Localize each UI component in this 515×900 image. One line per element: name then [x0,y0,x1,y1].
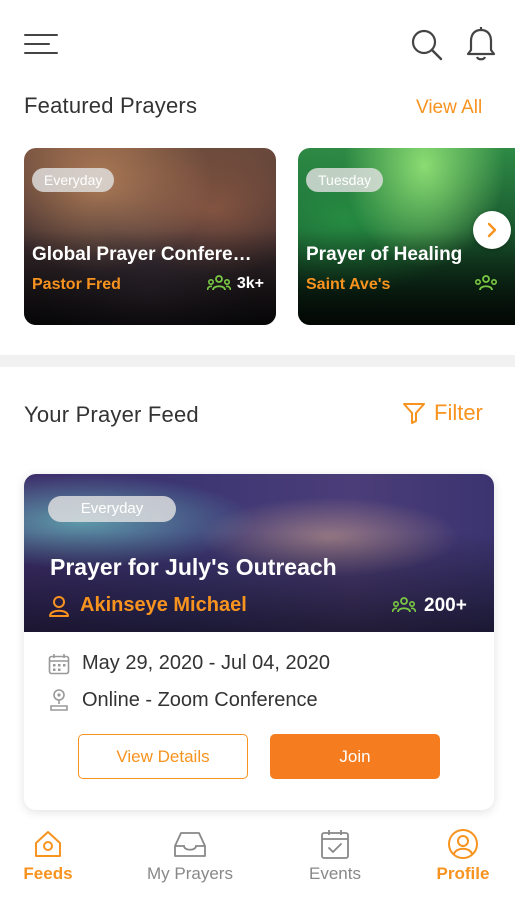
nav-label: My Prayers [147,864,233,883]
image-overlay [24,532,494,632]
user-icon [448,829,478,859]
nav-label: Profile [436,864,490,883]
schedule-tag: Everyday [48,496,176,522]
featured-card-host: Saint Ave's [306,276,391,293]
section-divider [0,355,515,367]
prayer-host: Akinseye Michael [48,594,247,617]
featured-card-title: Global Prayer Confere… [32,244,252,265]
nav-label: Feeds [23,864,73,883]
featured-card-host: Pastor Fred [32,276,121,293]
inbox-icon [174,832,206,857]
people-icon [392,597,416,613]
nav-item-events[interactable]: Events [300,828,370,884]
hamburger-menu-icon[interactable] [24,32,58,56]
participants-count: 3k+ [206,274,264,294]
prayer-location: Online - Zoom Conference [48,688,318,712]
bell-icon[interactable] [464,26,498,62]
view-all-link[interactable]: View All [416,97,482,119]
filter-button[interactable]: Filter [402,400,483,426]
prayer-title: Prayer for July's Outreach [50,554,337,580]
home-icon [35,831,61,857]
location-icon [50,689,68,711]
prayer-host-name: Akinseye Michael [80,594,247,616]
filter-icon [403,403,425,424]
prayer-location-text: Online - Zoom Conference [82,688,318,711]
search-icon[interactable] [410,28,444,62]
user-icon [49,595,69,617]
filter-label: Filter [434,400,483,425]
prayer-cover-image: Everyday Prayer for July's Outreach Akin… [24,474,494,632]
join-button[interactable]: Join [270,734,440,779]
featured-card-title: Prayer of Healing [306,244,463,265]
people-icon [474,275,497,291]
prayer-date-range: May 29, 2020 - Jul 04, 2020 [48,652,330,675]
nav-label: Events [309,864,361,883]
chevron-right-icon [487,222,497,238]
participants-count-value: 200+ [424,595,467,616]
people-icon [206,275,231,291]
view-details-button[interactable]: View Details [78,734,248,779]
prayer-feed-card[interactable]: Everyday Prayer for July's Outreach Akin… [24,474,494,810]
participants-count: 200+ [392,595,467,617]
schedule-tag: Everyday [32,168,115,192]
featured-prayers-title: Featured Prayers [24,93,198,118]
nav-item-my-prayers[interactable]: My Prayers [140,828,240,884]
calendar-icon [321,830,349,859]
calendar-icon [48,653,70,674]
nav-item-feeds[interactable]: Feeds [18,828,78,884]
participants-count-value: 3k+ [236,275,264,292]
participants-count [474,274,498,294]
bottom-navigation: Feeds My Prayers Events Profile [0,820,515,900]
prayer-date-text: May 29, 2020 - Jul 04, 2020 [82,652,330,674]
carousel-next-button[interactable] [473,211,511,249]
schedule-tag: Tuesday [306,168,384,192]
prayer-feed-title: Your Prayer Feed [24,402,199,427]
nav-item-profile[interactable]: Profile [428,828,498,884]
top-bar [0,0,515,90]
featured-card[interactable]: Everyday Global Prayer Confere… Pastor F… [24,148,276,325]
